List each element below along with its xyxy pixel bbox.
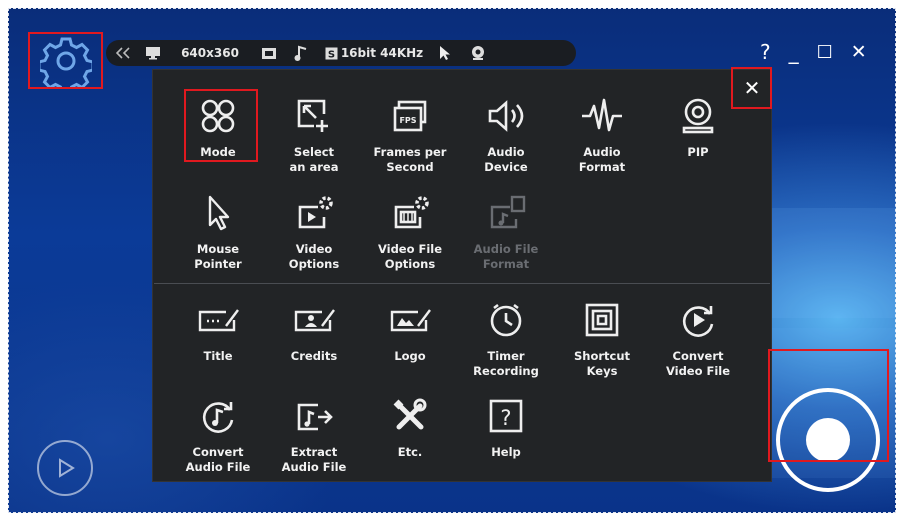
panel-divider (154, 283, 770, 284)
menu-select-area[interactable]: Select an area (269, 94, 359, 175)
menu-label: Logo (394, 349, 426, 363)
menu-label: Shortcut Keys (573, 349, 631, 378)
menu-timer-recording[interactable]: Timer Recording (461, 298, 551, 379)
menu-label: Help (491, 445, 521, 459)
menu-label: Audio Device (484, 145, 528, 174)
menu-pip[interactable]: PIP (653, 94, 743, 160)
title-icon (196, 298, 240, 342)
menu-audio-device[interactable]: Audio Device (461, 94, 551, 175)
maximize-button[interactable]: ☐ (817, 42, 833, 63)
menu-mouse-pointer[interactable]: Mouse Pointer (173, 191, 263, 272)
monitor-button[interactable] (140, 40, 166, 66)
help-icon: ? (484, 394, 528, 438)
collapse-button[interactable] (106, 40, 140, 66)
menu-label: Convert Audio File (185, 445, 251, 474)
svg-text:FPS: FPS (399, 116, 416, 125)
logo-icon (388, 298, 432, 342)
fps-icon (262, 48, 276, 59)
menu-convert-audio-file[interactable]: Convert Audio File (173, 394, 263, 475)
music-note-icon (294, 45, 307, 61)
extract-audio-icon (292, 394, 336, 438)
menu-label: Audio Format (578, 145, 626, 174)
audio-format-label: 16bit 44KHz (340, 46, 424, 60)
s-badge-icon: S (325, 47, 338, 60)
menu-label: Video File Options (377, 242, 443, 271)
webcam-icon (676, 94, 720, 138)
svg-text:S: S (328, 49, 335, 60)
resolution-label: 640x360 (181, 46, 239, 60)
menu-video-options[interactable]: Video Options (269, 191, 359, 272)
svg-text:?: ? (500, 406, 511, 430)
menu-label: Frames per Second (373, 145, 447, 174)
fps-icon: FPS (388, 94, 432, 138)
audio-file-format-icon (484, 191, 528, 235)
menu-label: PIP (687, 145, 709, 159)
video-file-options-icon (388, 191, 432, 235)
window-close-button[interactable]: ✕ (851, 41, 867, 63)
convert-video-icon (676, 298, 720, 342)
waveform-icon (580, 94, 624, 138)
cursor-button[interactable] (430, 40, 460, 66)
tools-icon (388, 394, 432, 438)
menu-label: Select an area (289, 145, 339, 174)
menu-video-file-options[interactable]: Video File Options (365, 191, 455, 272)
menu-audio-format[interactable]: Audio Format (557, 94, 647, 175)
audio-format-button[interactable]: S 16bit 44KHz (318, 40, 430, 66)
double-chevron-left-icon (116, 47, 130, 59)
menu-label: Audio File Format (473, 242, 539, 271)
menu-label: Video Options (288, 242, 340, 271)
menu-audio-file-format: Audio File Format (461, 191, 551, 272)
top-toolbar: 640x360 S 16bit 44KHz (106, 40, 576, 66)
video-options-icon (292, 191, 336, 235)
help-button[interactable]: ? (760, 40, 771, 64)
speaker-icon (484, 94, 528, 138)
menu-etc[interactable]: Etc. (365, 394, 455, 460)
menu-credits[interactable]: Credits (269, 298, 359, 364)
audio-button[interactable] (284, 40, 318, 66)
convert-audio-icon (196, 394, 240, 438)
play-button[interactable] (37, 440, 93, 496)
webcam-button[interactable] (460, 40, 496, 66)
menu-label: Etc. (397, 445, 423, 459)
cursor-icon (196, 191, 240, 235)
monitor-icon (146, 47, 160, 60)
menu-help[interactable]: ? Help (461, 394, 551, 460)
play-icon (59, 458, 75, 478)
menu-title[interactable]: Title (173, 298, 263, 364)
menu-label: Credits (290, 349, 338, 363)
highlight-record (768, 349, 889, 462)
shortcut-keys-icon (580, 298, 624, 342)
window-controls: ? _ ☐ ✕ (760, 38, 890, 66)
menu-extract-audio-file[interactable]: Extract Audio File (269, 394, 359, 475)
resolution-button[interactable]: 640x360 (166, 40, 254, 66)
menu-label: Timer Recording (473, 349, 539, 378)
menu-convert-video-file[interactable]: Convert Video File (653, 298, 743, 379)
webcam-icon (472, 46, 484, 60)
highlight-gear (28, 32, 103, 89)
cursor-icon (440, 46, 450, 60)
fps-button[interactable] (254, 40, 284, 66)
highlight-mode (184, 89, 258, 162)
menu-shortcut-keys[interactable]: Shortcut Keys (557, 298, 647, 379)
menu-frames-per-second[interactable]: FPS Frames per Second (365, 94, 455, 175)
menu-logo[interactable]: Logo (365, 298, 455, 364)
menu-label: Extract Audio File (281, 445, 347, 474)
select-area-icon (292, 94, 336, 138)
credits-icon (292, 298, 336, 342)
menu-label: Title (203, 349, 233, 363)
menu-label: Convert Video File (665, 349, 731, 378)
menu-label: Mouse Pointer (194, 242, 242, 271)
timer-icon (484, 298, 528, 342)
minimize-button[interactable]: _ (789, 40, 799, 64)
